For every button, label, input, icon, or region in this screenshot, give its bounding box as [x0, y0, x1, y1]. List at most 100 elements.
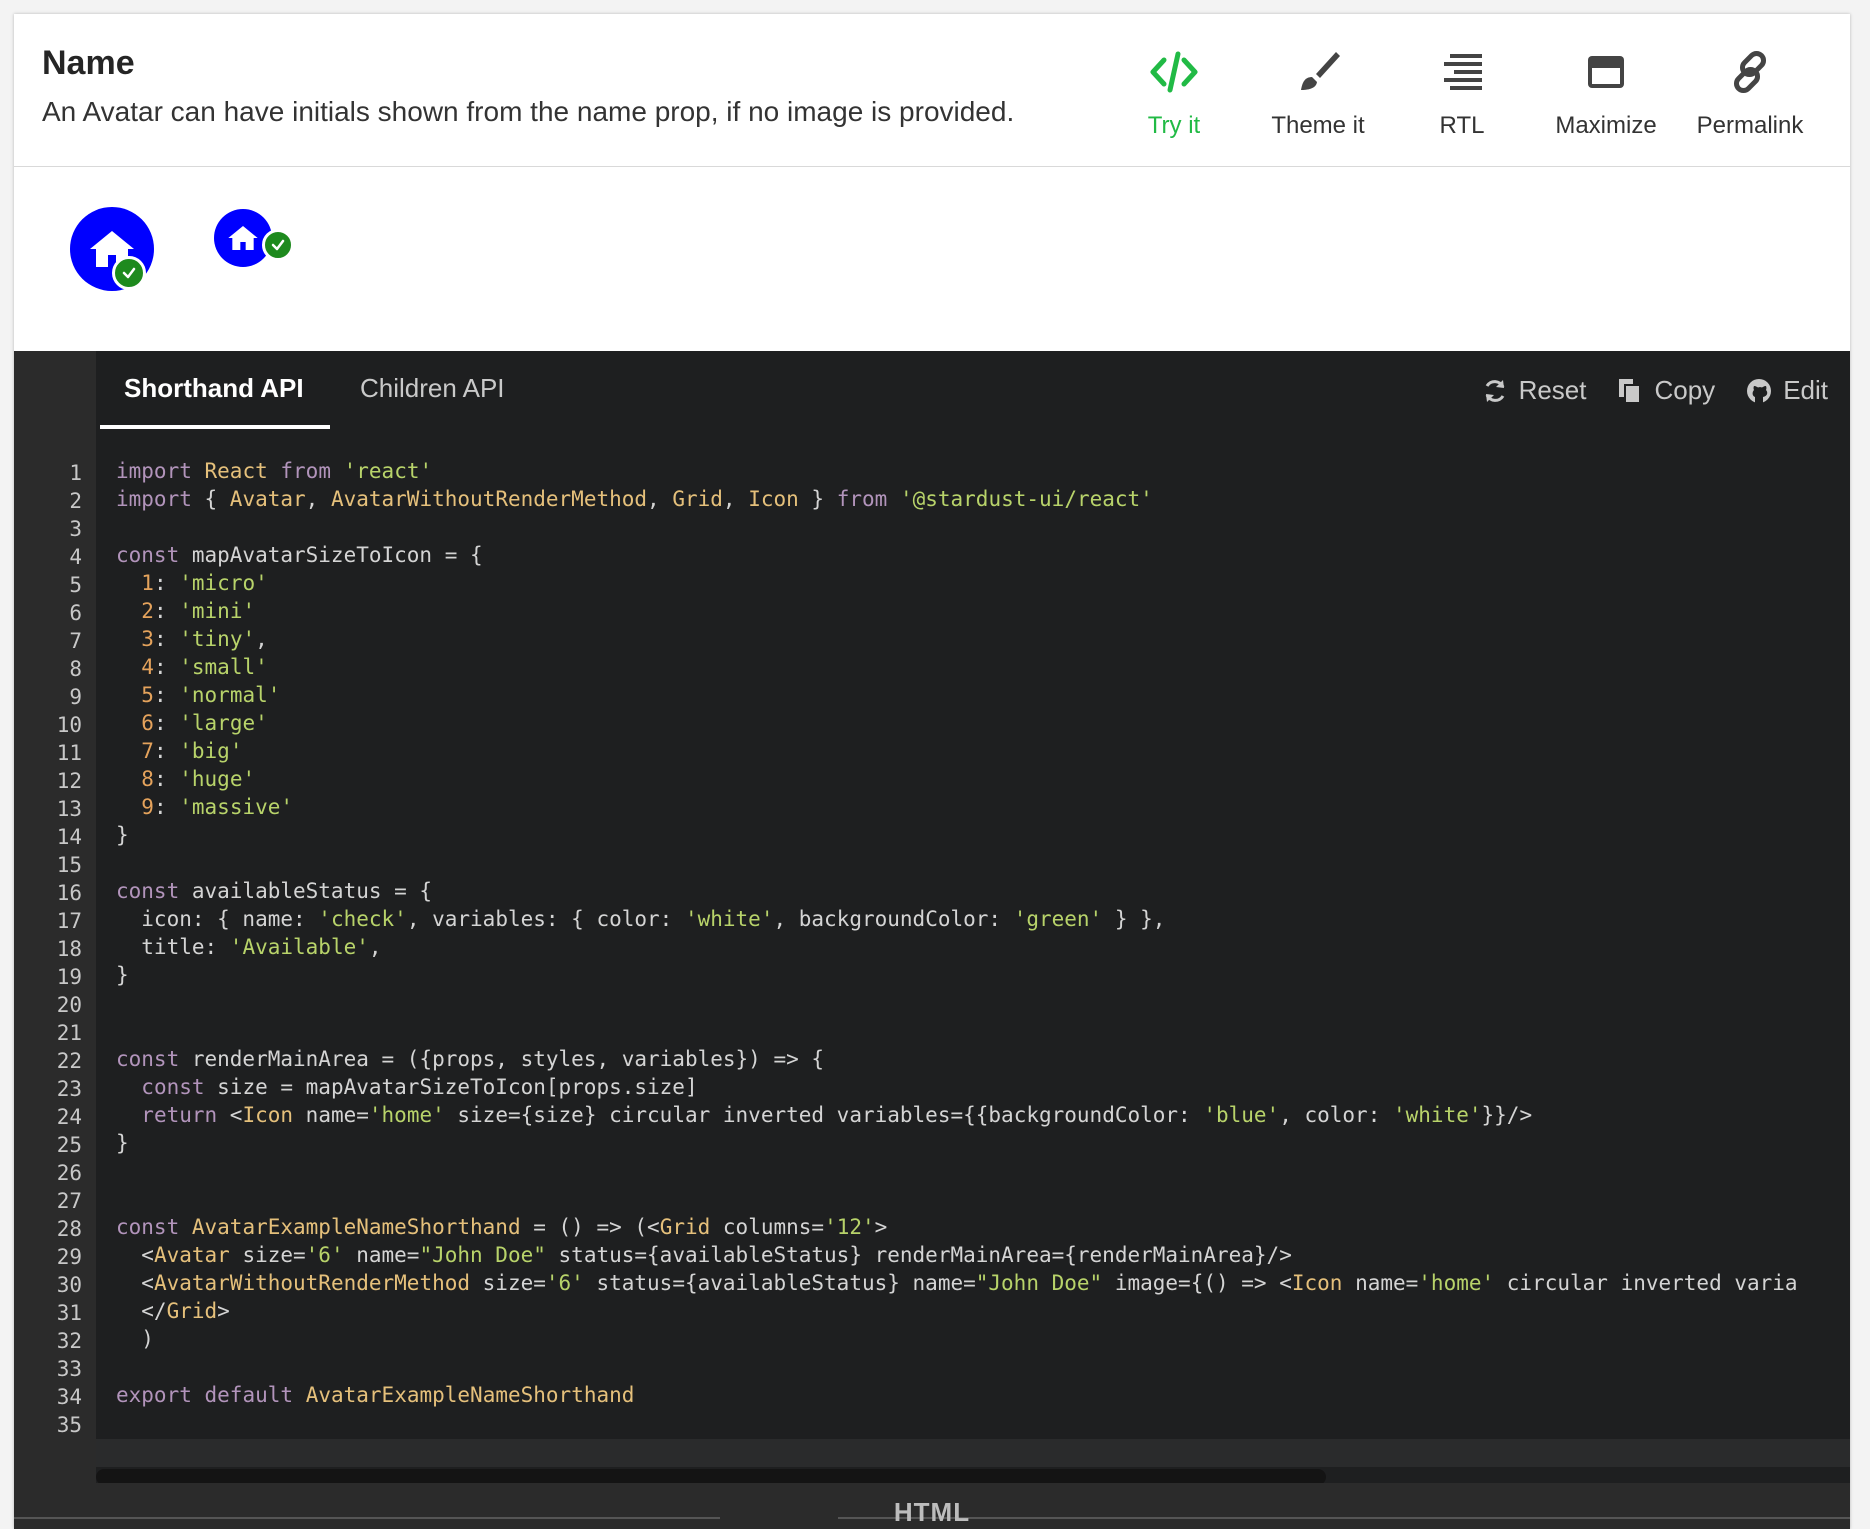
line-number: 27 — [56, 1189, 82, 1213]
line-number: 11 — [56, 741, 82, 765]
code-section: Shorthand API Children API Reset Copy Ed… — [14, 351, 1850, 1529]
code-line: 9: 'massive' — [141, 795, 294, 819]
line-number: 26 — [56, 1161, 82, 1185]
code-line: export default AvatarExampleNameShorthan… — [116, 1383, 635, 1407]
line-number: 33 — [56, 1357, 82, 1381]
line-number: 17 — [56, 909, 82, 933]
line-number: 3 — [69, 517, 82, 541]
try-it-label: Try it — [1147, 112, 1201, 139]
paintbrush-icon — [1301, 52, 1340, 90]
tab-children-api[interactable]: Children API — [360, 373, 505, 404]
edit-label: Edit — [1783, 375, 1828, 405]
active-line-highlight — [96, 1439, 1850, 1467]
check-icon — [271, 239, 285, 251]
tab-shorthand-api[interactable]: Shorthand API — [124, 373, 304, 404]
line-number: 21 — [56, 1021, 82, 1045]
line-number: 14 — [56, 825, 82, 849]
line-number: 31 — [56, 1301, 82, 1325]
code-line: title: 'Available', — [116, 935, 382, 959]
code-icon — [1150, 51, 1198, 93]
code-line: 5: 'normal' — [141, 683, 281, 707]
reset-button[interactable]: Reset — [1481, 375, 1587, 406]
line-number: 23 — [56, 1077, 82, 1101]
status-badge — [262, 229, 294, 261]
line-number: 24 — [56, 1105, 82, 1129]
line-number: 12 — [56, 769, 82, 793]
github-icon — [1747, 378, 1772, 403]
code-line: icon: { name: 'check', variables: { colo… — [116, 907, 1166, 931]
code-line: 1: 'micro' — [141, 571, 268, 595]
code-line: } — [116, 963, 129, 987]
code-line: const AvatarExampleNameShorthand = () =>… — [116, 1215, 888, 1239]
try-it-button[interactable]: Try it — [1102, 48, 1246, 140]
line-number: 8 — [69, 657, 82, 681]
example-header: Name An Avatar can have initials shown f… — [14, 14, 1850, 167]
theme-it-label: Theme it — [1271, 112, 1365, 139]
code-line: const availableStatus = { — [116, 879, 433, 903]
rtl-button[interactable]: RTL — [1390, 48, 1534, 140]
code-line: 6: 'large' — [141, 711, 268, 735]
code-line: </Grid> — [116, 1299, 230, 1323]
active-tab-indicator — [100, 425, 330, 429]
code-line: 4: 'small' — [141, 655, 268, 679]
line-number: 22 — [56, 1049, 82, 1073]
line-number: 13 — [56, 797, 82, 821]
window-maximize-icon — [1588, 56, 1624, 88]
code-line: ) — [116, 1327, 154, 1351]
status-badge — [112, 256, 146, 290]
edit-button[interactable]: Edit — [1745, 375, 1828, 406]
copy-icon — [1619, 378, 1642, 404]
line-number: 29 — [56, 1245, 82, 1269]
line-number: 32 — [56, 1329, 82, 1353]
line-number: 25 — [56, 1133, 82, 1157]
line-number: 4 — [69, 545, 82, 569]
code-line: import React from 'react' — [116, 459, 433, 483]
html-divider: HTML — [14, 1483, 1850, 1529]
permalink-button[interactable]: Permalink — [1678, 48, 1822, 140]
line-number: 5 — [69, 573, 82, 597]
code-line: return <Icon name='home' size={size} cir… — [141, 1103, 1533, 1127]
theme-it-button[interactable]: Theme it — [1246, 48, 1390, 140]
line-number: 7 — [69, 629, 82, 653]
permalink-label: Permalink — [1696, 112, 1804, 139]
line-number: 35 — [56, 1413, 82, 1437]
copy-label: Copy — [1654, 375, 1716, 405]
line-number: 30 — [56, 1273, 82, 1297]
example-title: Name — [42, 44, 135, 82]
line-number: 15 — [56, 853, 82, 877]
line-number: 9 — [69, 685, 82, 709]
example-preview — [14, 167, 1850, 351]
code-actions: Reset Copy Edit — [1481, 375, 1828, 406]
line-number: 20 — [56, 993, 82, 1017]
line-number: 6 — [69, 601, 82, 625]
maximize-button[interactable]: Maximize — [1534, 48, 1678, 140]
code-line: import { Avatar, AvatarWithoutRenderMeth… — [116, 487, 1153, 511]
line-number: 10 — [56, 713, 82, 737]
code-line: 3: 'tiny', — [141, 627, 268, 651]
example-toolbar: Try it Theme it RTL Maximize Permalink — [1102, 48, 1822, 140]
align-right-icon — [1444, 54, 1482, 90]
example-card: Name An Avatar can have initials shown f… — [14, 14, 1850, 1529]
line-number: 2 — [69, 489, 82, 513]
line-number: 34 — [56, 1385, 82, 1409]
line-number: 28 — [56, 1217, 82, 1241]
copy-button[interactable]: Copy — [1616, 375, 1715, 406]
code-line: <Avatar size='6' name="John Doe" status=… — [116, 1243, 1292, 1267]
html-label: HTML — [893, 1497, 971, 1527]
code-line: const mapAvatarSizeToIcon = { — [116, 543, 483, 567]
check-icon — [122, 267, 136, 279]
code-line: const size = mapAvatarSizeToIcon[props.s… — [141, 1075, 698, 1099]
line-number: 16 — [56, 881, 82, 905]
home-icon — [228, 226, 258, 250]
line-number: 18 — [56, 937, 82, 961]
maximize-label: Maximize — [1555, 112, 1657, 139]
reset-label: Reset — [1518, 375, 1587, 405]
code-line: 8: 'huge' — [141, 767, 256, 791]
line-number: 19 — [56, 965, 82, 989]
code-line: 2: 'mini' — [141, 599, 256, 623]
code-line: const renderMainArea = ({props, styles, … — [116, 1047, 825, 1071]
code-line: 7: 'big' — [141, 739, 243, 763]
code-line: <AvatarWithoutRenderMethod size='6' stat… — [116, 1271, 1798, 1295]
example-description: An Avatar can have initials shown from t… — [42, 96, 1015, 127]
line-number: 1 — [69, 461, 82, 485]
